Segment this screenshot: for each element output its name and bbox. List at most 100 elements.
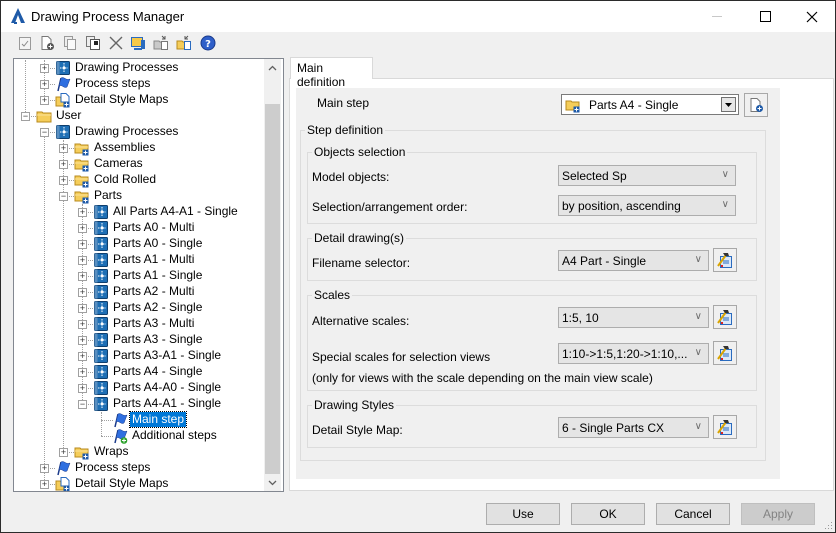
tree-item[interactable]: Main step [14, 411, 262, 428]
new-document-icon[interactable] [38, 34, 56, 52]
tree-item-label: User [56, 108, 82, 122]
tree-item[interactable]: − Parts A4-A1 - Single [14, 396, 262, 412]
main-step-dropdown-button[interactable] [721, 97, 736, 112]
expand-icon[interactable]: + [78, 224, 87, 233]
maximize-button[interactable] [743, 1, 789, 32]
tree-item[interactable]: + Process steps [14, 460, 262, 476]
main-step-combo[interactable]: Parts A4 - Single [561, 94, 739, 115]
tree-item[interactable]: − Drawing Processes [14, 124, 262, 140]
tree-item[interactable]: + Drawing Processes [14, 60, 262, 76]
tree-item[interactable]: + Detail Style Maps [14, 476, 262, 491]
detail-drawings-title: Detail drawing(s) [312, 231, 407, 245]
scroll-up-button[interactable] [264, 59, 281, 76]
edit-alternative-scales-button[interactable] [713, 305, 737, 329]
check-document-icon[interactable] [16, 34, 34, 52]
flag-icon [55, 460, 71, 476]
process-tree[interactable]: + Drawing Processes + Process steps + Detail … [13, 58, 284, 492]
close-button[interactable] [789, 1, 835, 32]
filename-selector-select[interactable]: A4 Part - Single ∨ [558, 250, 709, 271]
ok-button[interactable]: OK [571, 503, 645, 525]
process-icon [93, 252, 109, 268]
expand-icon[interactable]: + [40, 96, 49, 105]
tree-scrollbar[interactable] [264, 59, 281, 491]
edit-special-scales-button[interactable] [713, 341, 737, 365]
resize-grip-icon[interactable] [823, 520, 833, 530]
alternative-scales-select[interactable]: 1:5, 10 ∨ [558, 307, 709, 328]
tree-item[interactable]: + Detail Style Maps [14, 92, 262, 108]
expand-icon[interactable]: + [78, 208, 87, 217]
folder-plus-icon [74, 172, 90, 188]
expand-icon[interactable]: + [40, 464, 49, 473]
tree-item[interactable]: + Parts A3 - Multi [14, 316, 262, 332]
expand-icon[interactable]: + [78, 320, 87, 329]
model-objects-value: Selected Sp [562, 169, 627, 183]
expand-icon[interactable]: + [59, 448, 68, 457]
expand-icon[interactable]: + [40, 80, 49, 89]
collapse-icon[interactable]: − [59, 192, 68, 201]
expand-icon[interactable]: + [59, 176, 68, 185]
expand-icon[interactable]: + [59, 160, 68, 169]
tree-item[interactable]: + Parts A2 - Multi [14, 284, 262, 300]
tree-item[interactable]: + Parts A2 - Single [14, 300, 262, 316]
expand-icon[interactable]: + [78, 352, 87, 361]
tree-item[interactable]: + Parts A1 - Single [14, 268, 262, 284]
tree-item[interactable]: + Parts A3-A1 - Single [14, 348, 262, 364]
expand-icon[interactable]: + [78, 240, 87, 249]
expand-icon[interactable]: + [59, 144, 68, 153]
tree-item[interactable]: + Process steps [14, 76, 262, 92]
monitor-icon[interactable] [129, 34, 147, 52]
tree-item[interactable]: + All Parts A4-A1 - Single [14, 204, 262, 220]
use-button[interactable]: Use [486, 503, 560, 525]
tree-item[interactable]: + Parts A4-A0 - Single [14, 380, 262, 396]
expand-icon[interactable]: + [78, 256, 87, 265]
scroll-thumb[interactable] [265, 104, 280, 474]
import-icon[interactable] [175, 34, 193, 52]
help-icon[interactable]: ? [199, 34, 217, 52]
cancel-button[interactable]: Cancel [656, 503, 730, 525]
delete-icon[interactable] [107, 34, 125, 52]
collapse-icon[interactable]: − [21, 112, 30, 121]
expand-icon[interactable]: + [78, 304, 87, 313]
detail-style-map-select[interactable]: 6 - Single Parts CX ∨ [558, 417, 709, 438]
new-step-button[interactable] [744, 93, 768, 117]
tab-main-definition[interactable]: Main definition [290, 57, 373, 89]
collapse-icon[interactable]: − [78, 400, 87, 409]
tree-item-label: Main step [128, 411, 188, 428]
selection-order-select[interactable]: by position, ascending ∨ [558, 195, 736, 216]
edit-style-map-button[interactable] [713, 415, 737, 439]
paste-icon[interactable] [84, 34, 102, 52]
tree-item[interactable]: + Parts A0 - Single [14, 236, 262, 252]
close-icon [806, 11, 818, 22]
collapse-icon[interactable]: − [40, 128, 49, 137]
maximize-icon [760, 10, 771, 22]
expand-icon[interactable]: + [78, 336, 87, 345]
tree-item[interactable]: + Parts A3 - Single [14, 332, 262, 348]
tree-item[interactable]: + Wraps [14, 444, 262, 460]
tree-item[interactable]: Additional steps [14, 428, 262, 444]
tree-item[interactable]: − Parts [14, 188, 262, 204]
tree-item[interactable]: + Cameras [14, 156, 262, 172]
tree-item[interactable]: + Cold Rolled [14, 172, 262, 188]
apply-button[interactable]: Apply [741, 503, 815, 525]
tree-item[interactable]: + Parts A0 - Multi [14, 220, 262, 236]
minimize-button[interactable] [695, 1, 741, 32]
export-icon[interactable] [152, 34, 170, 52]
app-logo-icon [11, 8, 25, 24]
scroll-down-button[interactable] [264, 474, 281, 491]
expand-icon[interactable]: + [40, 64, 49, 73]
expand-icon[interactable]: + [40, 480, 49, 489]
tree-item-label: Parts A2 - Multi [113, 284, 195, 298]
tree-item[interactable]: + Parts A1 - Multi [14, 252, 262, 268]
expand-icon[interactable]: + [78, 272, 87, 281]
alternative-scales-label: Alternative scales: [312, 314, 410, 328]
tree-item[interactable]: − User [14, 108, 262, 124]
expand-icon[interactable]: + [78, 368, 87, 377]
expand-icon[interactable]: + [78, 288, 87, 297]
tree-item[interactable]: + Assemblies [14, 140, 262, 156]
copy-icon[interactable] [61, 34, 79, 52]
tree-item[interactable]: + Parts A4 - Single [14, 364, 262, 380]
edit-filename-button[interactable] [713, 248, 737, 272]
special-scales-select[interactable]: 1:10->1:5,1:20->1:10,... ∨ [558, 343, 709, 364]
expand-icon[interactable]: + [78, 384, 87, 393]
model-objects-select[interactable]: Selected Sp ∨ [558, 165, 736, 186]
